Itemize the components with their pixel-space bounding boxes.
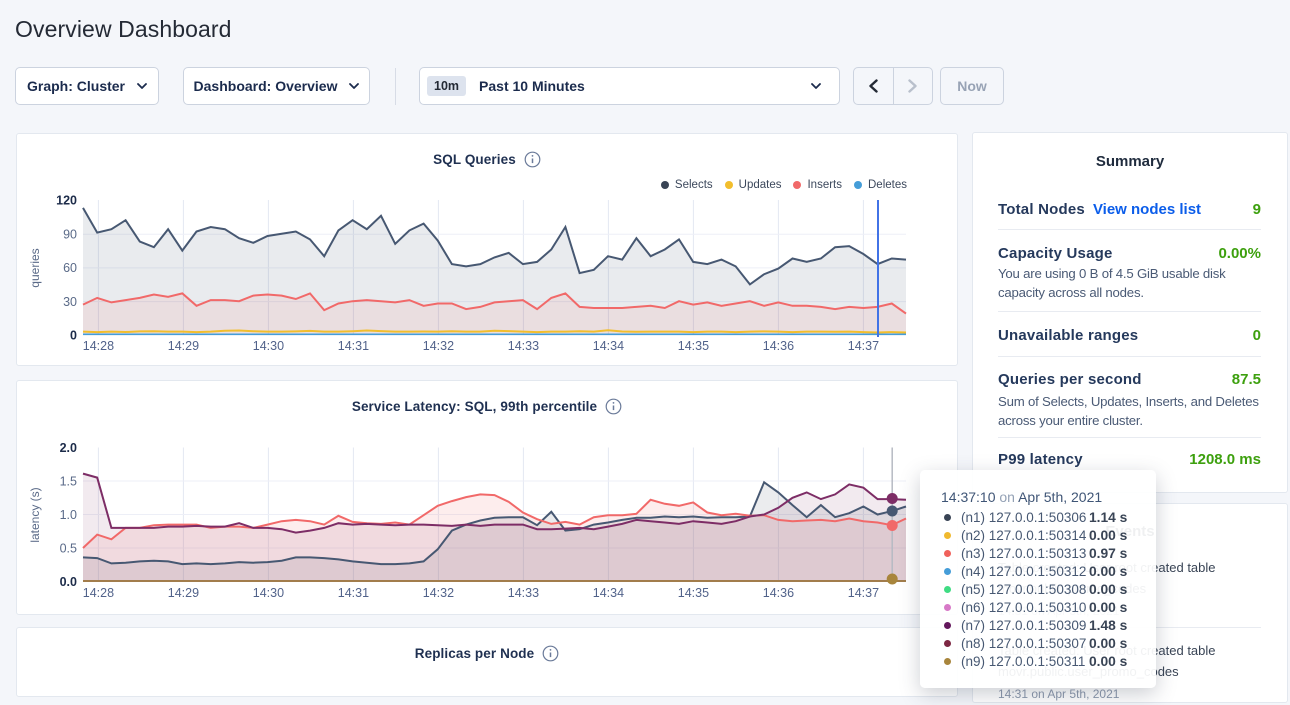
- svg-text:0: 0: [70, 329, 77, 343]
- svg-text:14:33: 14:33: [508, 586, 539, 600]
- svg-text:14:35: 14:35: [678, 586, 709, 600]
- svg-text:90: 90: [63, 228, 77, 242]
- svg-text:14:37: 14:37: [848, 339, 879, 353]
- svg-text:14:35: 14:35: [678, 339, 709, 353]
- svg-text:14:29: 14:29: [168, 586, 199, 600]
- svg-text:14:28: 14:28: [83, 339, 114, 353]
- svg-text:14:36: 14:36: [763, 339, 794, 353]
- svg-text:14:37: 14:37: [848, 586, 879, 600]
- svg-text:14:33: 14:33: [508, 339, 539, 353]
- svg-text:14:36: 14:36: [763, 586, 794, 600]
- svg-text:0.5: 0.5: [60, 542, 77, 556]
- svg-text:1.5: 1.5: [60, 475, 77, 489]
- svg-text:120: 120: [56, 194, 77, 208]
- svg-text:2.0: 2.0: [60, 441, 77, 455]
- svg-text:14:31: 14:31: [338, 586, 369, 600]
- svg-text:14:31: 14:31: [338, 339, 369, 353]
- svg-text:30: 30: [63, 295, 77, 309]
- svg-text:14:29: 14:29: [168, 339, 199, 353]
- svg-text:60: 60: [63, 261, 77, 275]
- svg-text:latency (s): latency (s): [28, 487, 42, 542]
- svg-text:14:34: 14:34: [593, 586, 624, 600]
- svg-text:14:30: 14:30: [253, 339, 284, 353]
- svg-text:14:30: 14:30: [253, 586, 284, 600]
- svg-text:14:34: 14:34: [593, 339, 624, 353]
- svg-text:14:32: 14:32: [423, 586, 454, 600]
- svg-text:1.0: 1.0: [60, 508, 77, 522]
- svg-text:14:32: 14:32: [423, 339, 454, 353]
- svg-text:0.0: 0.0: [60, 575, 77, 589]
- svg-text:14:28: 14:28: [83, 586, 114, 600]
- svg-text:queries: queries: [28, 248, 42, 287]
